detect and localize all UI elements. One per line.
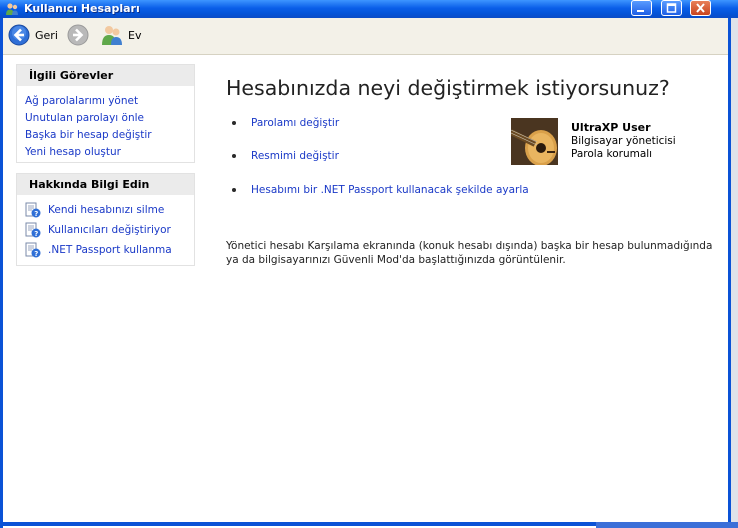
back-label: Geri (35, 28, 58, 42)
change-password-option[interactable]: Parolamı değiştir (232, 117, 339, 129)
page-title: Hesabınızda neyi değiştirmek istiyorsunu… (226, 76, 670, 100)
close-icon (696, 3, 705, 13)
net-passport-link[interactable]: Hesabımı bir .NET Passport kullanacak şe… (251, 184, 529, 196)
help-link-label: Kendi hesabınızı silme (48, 204, 165, 216)
bullet (232, 121, 236, 125)
home-label: Ev (128, 28, 142, 42)
net-passport-help-link[interactable]: ? .NET Passport kullanma (25, 242, 172, 258)
learn-about-panel: Hakkında Bilgi Edin ? Kendi hesabınızı s… (16, 173, 195, 266)
maximize-icon (666, 3, 677, 13)
net-passport-option[interactable]: Hesabımı bir .NET Passport kullanacak şe… (232, 184, 529, 196)
back-arrow-icon (8, 24, 30, 46)
help-document-icon: ? (25, 222, 41, 238)
user-accounts-window: Kullanıcı Hesapları Geri Ev İlgili Görev… (0, 0, 738, 528)
help-document-icon: ? (25, 202, 41, 218)
change-another-account-link[interactable]: Başka bir hesap değiştir (25, 129, 152, 141)
change-picture-option[interactable]: Resmimi değiştir (232, 150, 339, 162)
bullet (232, 188, 236, 192)
prevent-forgotten-password-link[interactable]: Unutulan parolayı önle (25, 112, 144, 124)
close-button[interactable] (690, 0, 711, 16)
help-document-icon: ? (25, 242, 41, 258)
user-name: UltraXP User (571, 121, 651, 134)
manage-network-passwords-link[interactable]: Ağ parolalarımı yönet (25, 95, 138, 107)
change-password-link[interactable]: Parolamı değiştir (251, 117, 339, 129)
taskbar-edge (596, 522, 738, 528)
svg-text:?: ? (34, 250, 38, 258)
minimize-icon (637, 10, 644, 12)
desktop-background (731, 18, 738, 528)
title-bar[interactable]: Kullanıcı Hesapları (0, 0, 738, 18)
forward-button[interactable] (67, 24, 89, 46)
svg-text:?: ? (34, 210, 38, 218)
bullet (232, 154, 236, 158)
change-picture-link[interactable]: Resmimi değiştir (251, 150, 339, 162)
administrator-note: Yönetici hesabı Karşılama ekranında (kon… (226, 240, 713, 266)
user-account-picture (511, 118, 558, 165)
forward-arrow-icon (67, 24, 89, 46)
svg-text:?: ? (34, 230, 38, 238)
users-icon (6, 3, 18, 15)
user-password-status: Parola korumalı (571, 148, 653, 160)
user-role: Bilgisayar yöneticisi (571, 135, 676, 147)
navigation-toolbar: Geri Ev (3, 18, 728, 55)
back-button[interactable]: Geri (8, 24, 58, 46)
help-link-label: .NET Passport kullanma (48, 244, 172, 256)
related-tasks-heading: İlgili Görevler (17, 65, 194, 86)
maximize-button[interactable] (661, 0, 682, 16)
switching-users-help-link[interactable]: ? Kullanıcıları değiştiriyor (25, 222, 171, 238)
content-area: İlgili Görevler Ağ parolalarımı yönet Un… (3, 55, 728, 522)
window-title: Kullanıcı Hesapları (24, 2, 140, 15)
help-link-label: Kullanıcıları değiştiriyor (48, 224, 171, 236)
delete-own-account-help-link[interactable]: ? Kendi hesabınızı silme (25, 202, 164, 218)
minimize-button[interactable] (631, 0, 652, 16)
create-new-account-link[interactable]: Yeni hesap oluştur (25, 146, 121, 158)
learn-about-heading: Hakkında Bilgi Edin (17, 174, 194, 195)
users-home-icon (102, 26, 122, 45)
home-button[interactable]: Ev (101, 24, 141, 46)
related-tasks-panel: İlgili Görevler Ağ parolalarımı yönet Un… (16, 64, 195, 163)
